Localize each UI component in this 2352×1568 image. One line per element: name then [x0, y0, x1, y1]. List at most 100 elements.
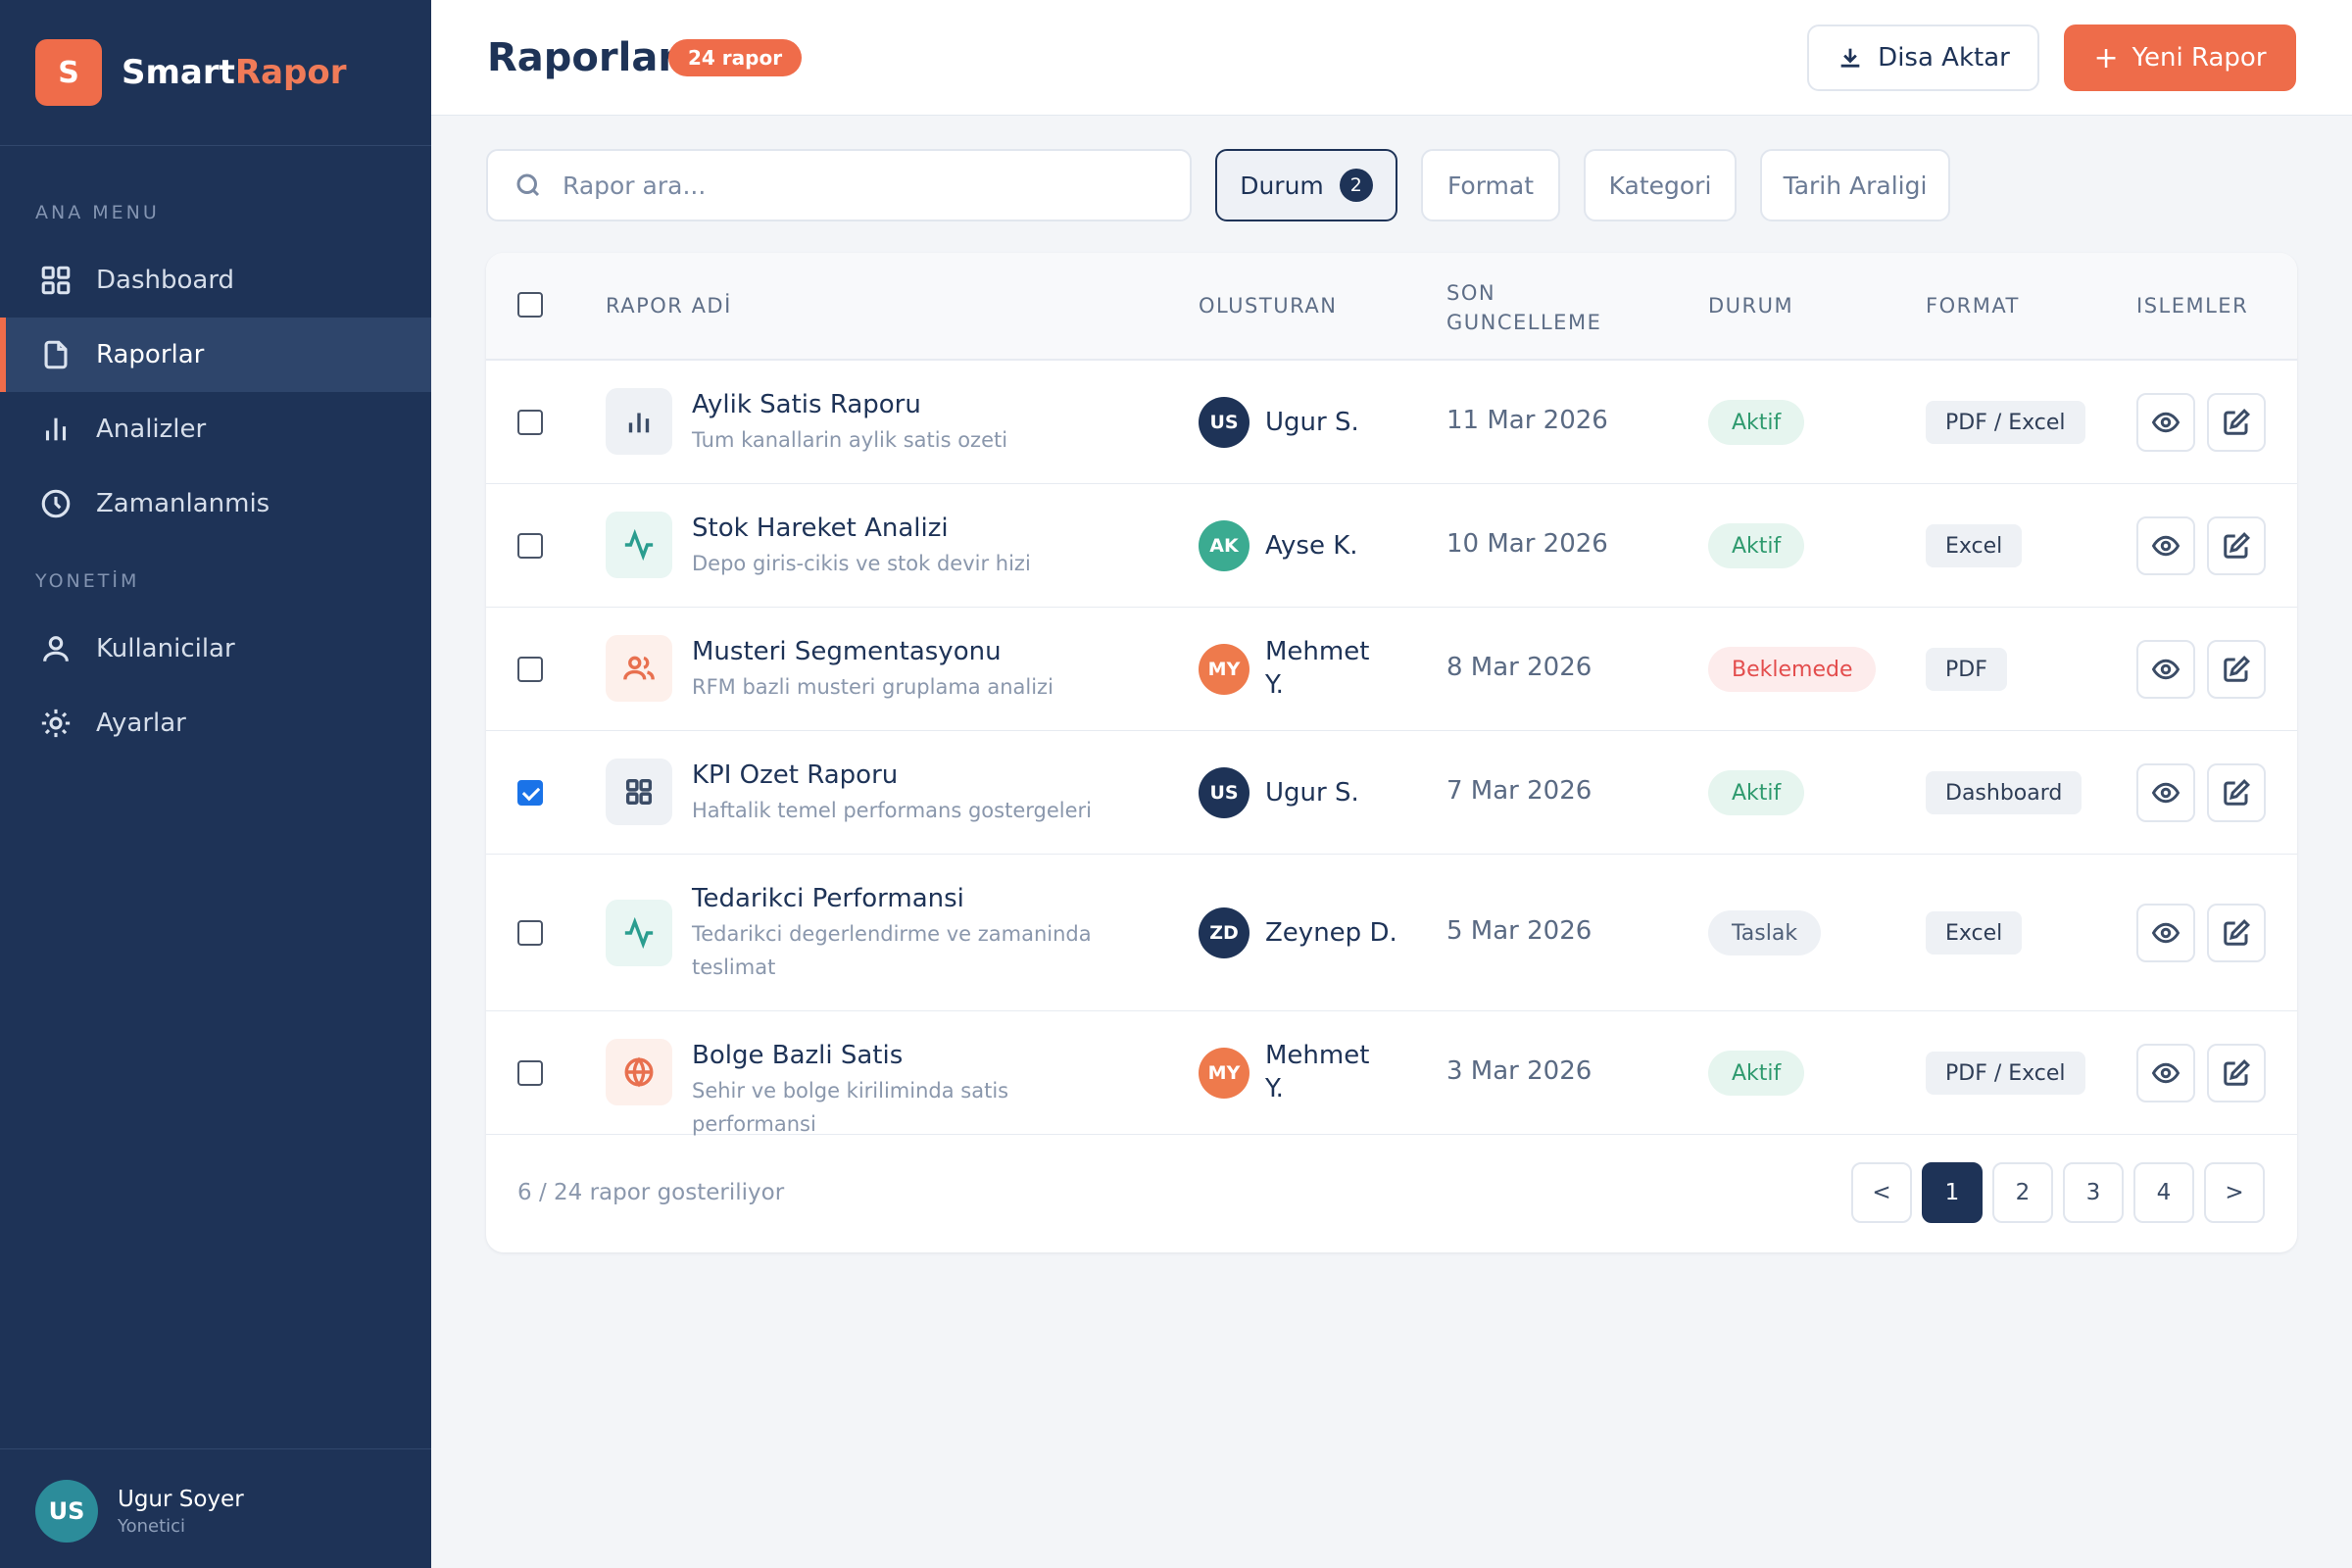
filter-format[interactable]: Format	[1421, 149, 1560, 221]
user-profile[interactable]: US Ugur Soyer Yonetici	[35, 1480, 244, 1543]
row-checkbox[interactable]	[517, 1060, 543, 1086]
updated-date: 10 Mar 2026	[1446, 529, 1608, 559]
pagination-page-4[interactable]: 4	[2133, 1162, 2194, 1223]
filter-category-label: Kategori	[1608, 171, 1712, 200]
search-icon	[516, 173, 540, 197]
select-all-checkbox[interactable]	[517, 292, 543, 318]
updated-date: 8 Mar 2026	[1446, 653, 1592, 682]
view-button[interactable]	[2136, 516, 2195, 575]
avatar: MY	[1199, 1048, 1250, 1099]
pagination-page-1[interactable]: 1	[1922, 1162, 1983, 1223]
creator-name: Ayse K.	[1265, 531, 1358, 561]
brand-logo: S	[35, 39, 102, 106]
report-name[interactable]: Stok Hareket Analizi	[692, 514, 949, 543]
new-report-button[interactable]: + Yeni Rapor	[2064, 24, 2296, 91]
brand[interactable]: S SmartRapor	[35, 39, 346, 106]
report-description: Depo giris-cikis ve stok devir hizi	[692, 552, 1031, 575]
edit-button[interactable]	[2207, 640, 2266, 699]
status-badge: Beklemede	[1708, 647, 1877, 692]
sidebar-item-scheduled[interactable]: Zamanlanmis	[0, 466, 431, 541]
filter-date-range-label: Tarih Araligi	[1783, 171, 1928, 200]
view-button[interactable]	[2136, 1044, 2195, 1102]
view-button[interactable]	[2136, 393, 2195, 452]
activity-icon	[606, 512, 672, 578]
row-checkbox[interactable]	[517, 533, 543, 559]
view-button[interactable]	[2136, 763, 2195, 822]
users-icon	[606, 635, 672, 702]
edit-icon	[2224, 779, 2250, 806]
edit-button[interactable]	[2207, 1044, 2266, 1102]
creator-name: Ugur S.	[1265, 408, 1359, 437]
eye-icon	[2151, 922, 2180, 944]
page-header: Raporlar 24 rapor Disa Aktar + Yeni Rapo…	[431, 0, 2352, 116]
avatar: US	[1199, 767, 1250, 818]
format-badge: Excel	[1926, 911, 2023, 955]
table-row[interactable]: KPI Ozet Raporu Haftalik temel performan…	[486, 731, 2297, 855]
edit-icon	[2224, 532, 2250, 559]
report-name[interactable]: Bolge Bazli Satis	[692, 1041, 903, 1070]
column-header-name[interactable]: RAPOR ADİ	[606, 294, 732, 318]
table-row[interactable]: Musteri Segmentasyonu RFM bazli musteri …	[486, 608, 2297, 731]
bar-chart-icon	[39, 413, 73, 446]
table-row[interactable]: Aylik Satis Raporu Tum kanallarin aylik …	[486, 361, 2297, 484]
sidebar-item-reports[interactable]: Raporlar	[0, 318, 431, 392]
filter-status[interactable]: Durum 2	[1215, 149, 1397, 221]
table-row[interactable]: Tedarikci Performansi Tedarikci degerlen…	[486, 855, 2297, 1011]
report-name[interactable]: Musteri Segmentasyonu	[692, 637, 1002, 666]
search-input[interactable]	[563, 171, 1151, 200]
view-button[interactable]	[2136, 904, 2195, 962]
creator-name: Zeynep D.	[1265, 918, 1397, 948]
filter-category[interactable]: Kategori	[1584, 149, 1737, 221]
row-checkbox[interactable]	[517, 780, 543, 806]
report-name[interactable]: KPI Ozet Raporu	[692, 760, 898, 790]
pagination-page-2[interactable]: 2	[1992, 1162, 2053, 1223]
creator-name: Mehmet Y.	[1265, 637, 1370, 700]
edit-button[interactable]	[2207, 516, 2266, 575]
sidebar-item-analyses[interactable]: Analizler	[0, 392, 431, 466]
status-badge: Aktif	[1708, 1051, 1805, 1096]
table-row[interactable]: Stok Hareket Analizi Depo giris-cikis ve…	[486, 484, 2297, 608]
brand-name: SmartRapor	[122, 53, 347, 92]
section-label-admin: YONETİM	[35, 570, 140, 592]
creator-name: Mehmet Y.	[1265, 1041, 1370, 1103]
filter-count-badge: 2	[1339, 169, 1373, 202]
sidebar-item-label: Ayarlar	[96, 709, 186, 738]
column-header-format[interactable]: FORMAT	[1926, 294, 2020, 318]
sidebar-item-label: Zamanlanmis	[96, 489, 270, 518]
column-header-status[interactable]: DURUM	[1708, 294, 1793, 318]
report-name[interactable]: Tedarikci Performansi	[692, 884, 964, 913]
pagination-prev[interactable]: <	[1851, 1162, 1912, 1223]
edit-button[interactable]	[2207, 763, 2266, 822]
eye-icon	[2151, 412, 2180, 433]
edit-button[interactable]	[2207, 393, 2266, 452]
plus-icon: +	[2093, 40, 2119, 75]
user-icon	[39, 632, 73, 665]
view-button[interactable]	[2136, 640, 2195, 699]
column-header-actions: ISLEMLER	[2136, 294, 2249, 318]
row-checkbox[interactable]	[517, 920, 543, 946]
edit-icon	[2224, 1059, 2250, 1086]
user-name: Ugur Soyer	[118, 1486, 244, 1512]
row-checkbox[interactable]	[517, 410, 543, 435]
table-row[interactable]: Bolge Bazli Satis Sehir ve bolge kirilim…	[486, 1011, 2297, 1136]
sidebar-item-users[interactable]: Kullanicilar	[0, 612, 431, 686]
sun-gear-icon	[39, 707, 73, 740]
column-header-updated[interactable]: SON GUNCELLEME	[1446, 278, 1601, 337]
pagination-page-3[interactable]: 3	[2063, 1162, 2124, 1223]
sidebar-item-settings[interactable]: Ayarlar	[0, 686, 431, 760]
export-button-label: Disa Aktar	[1878, 43, 2010, 73]
filter-date-range[interactable]: Tarih Araligi	[1760, 149, 1950, 221]
edit-button[interactable]	[2207, 904, 2266, 962]
sidebar-item-dashboard[interactable]: Dashboard	[0, 243, 431, 318]
report-description: Haftalik temel performans gostergeleri	[692, 799, 1092, 822]
updated-date: 11 Mar 2026	[1446, 406, 1608, 435]
export-button[interactable]: Disa Aktar	[1807, 24, 2039, 91]
pagination-next[interactable]: >	[2204, 1162, 2265, 1223]
row-checkbox[interactable]	[517, 657, 543, 682]
column-header-creator[interactable]: OLUSTURAN	[1199, 294, 1337, 318]
report-name[interactable]: Aylik Satis Raporu	[692, 390, 921, 419]
new-report-button-label: Yeni Rapor	[2132, 43, 2267, 73]
eye-icon	[2151, 1062, 2180, 1084]
user-role: Yonetici	[118, 1515, 186, 1537]
avatar: ZD	[1199, 907, 1250, 958]
